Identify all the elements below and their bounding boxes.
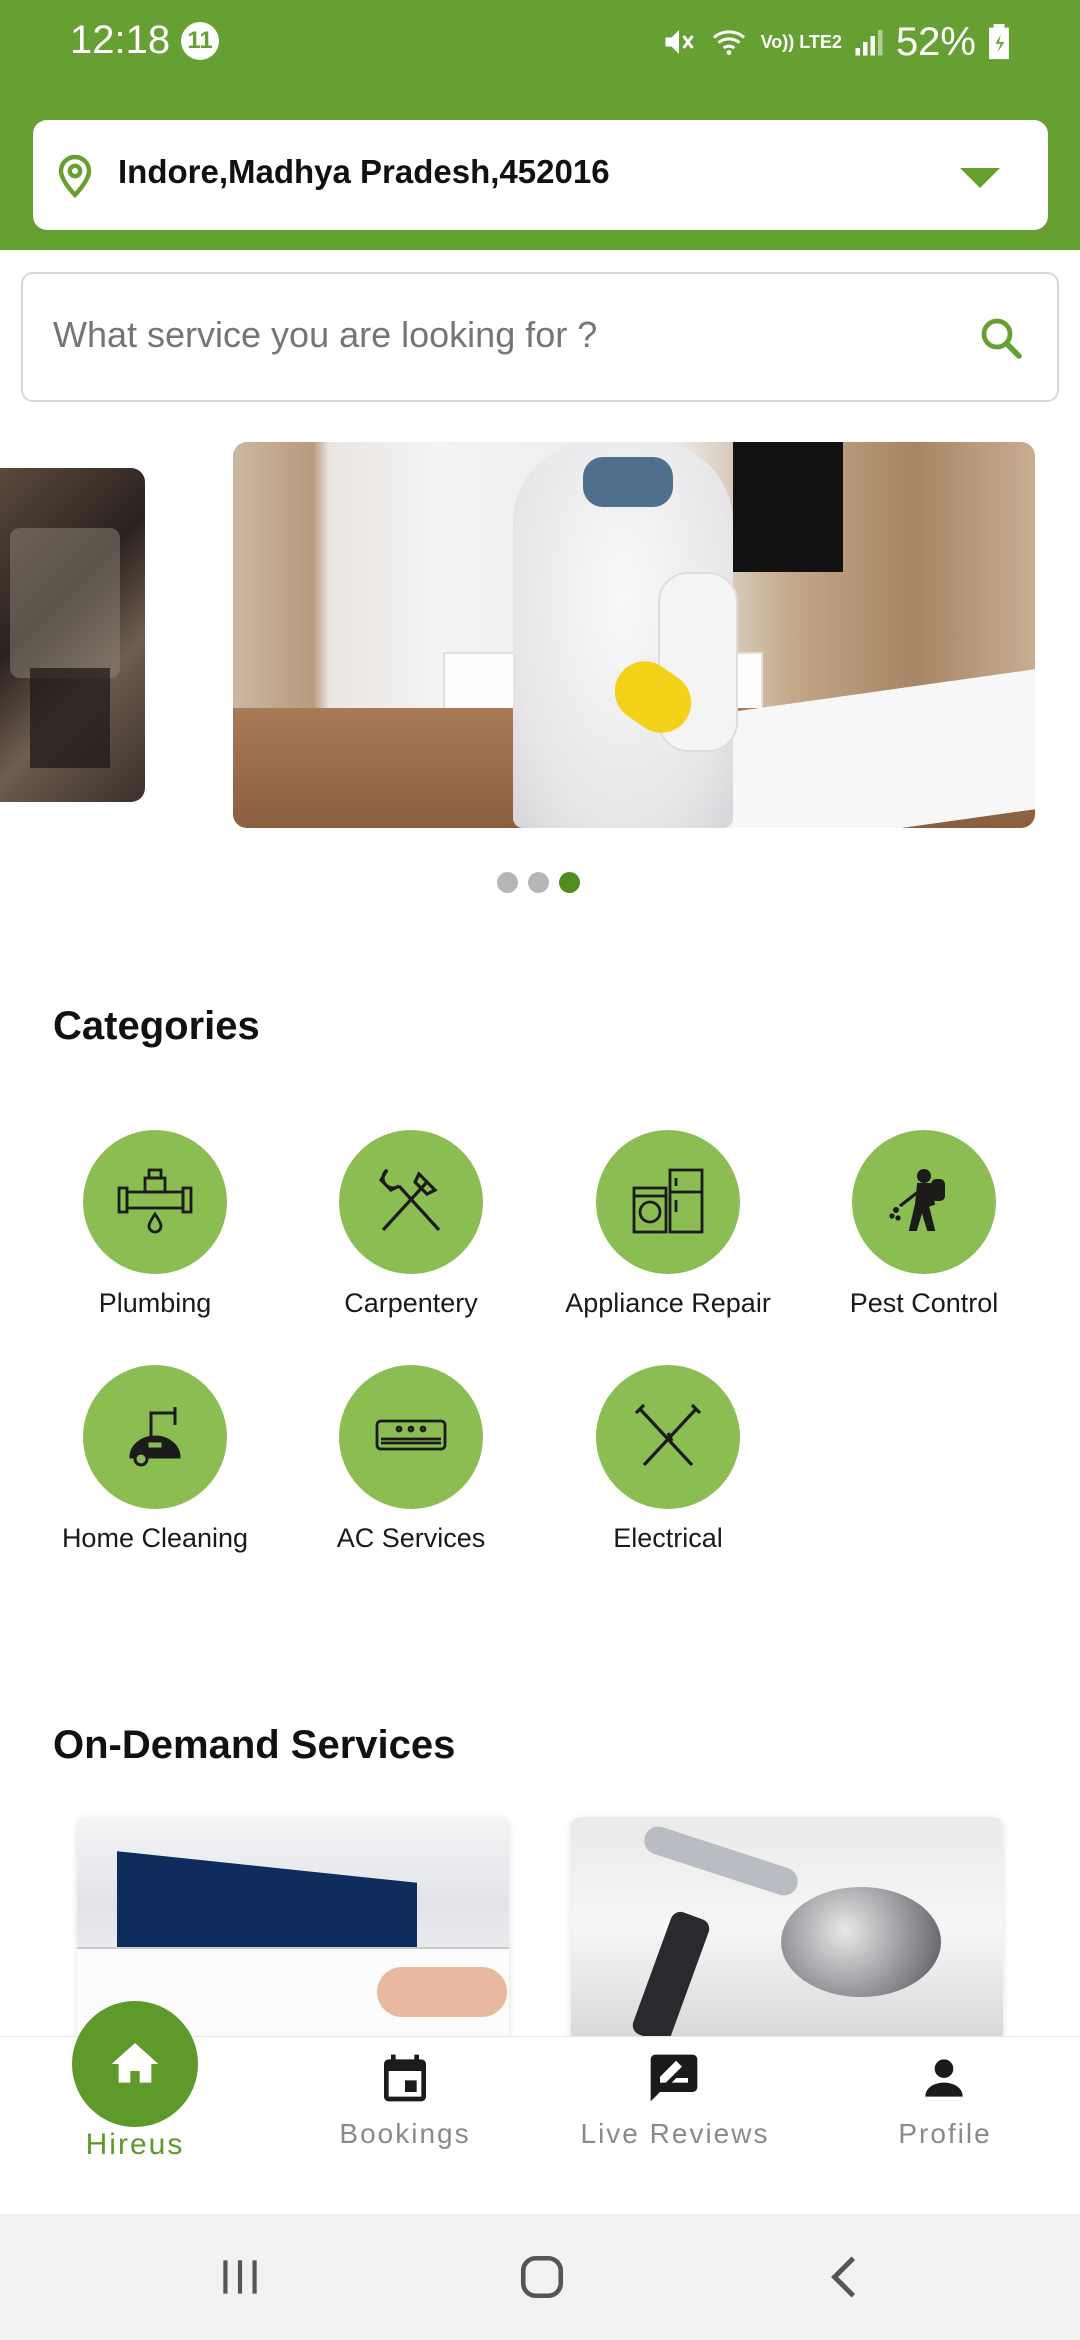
category-label: Pest Control [849,1288,999,1318]
status-bar: 12:18 11 Vo)) LTE2 52% [0,0,1080,90]
location-selector[interactable]: Indore,Madhya Pradesh,452016 [33,120,1048,230]
status-time: 12:18 [70,18,171,62]
battery-percentage: 52% [895,19,976,64]
search-icon[interactable] [977,314,1025,362]
pest-control-icon [889,1169,945,1231]
carousel-dot[interactable] [528,872,549,893]
calendar-icon[interactable] [377,2050,433,2106]
machinery-image-part [10,528,120,678]
category-circle [83,1365,227,1509]
category-plumbing[interactable]: Plumbing [45,1130,265,1319]
category-label: Electrical [613,1523,723,1553]
nav-label-bookings[interactable]: Bookings [295,2118,515,2150]
category-label: Appliance Repair [565,1288,771,1318]
category-circle [852,1130,996,1274]
plumbing-icon [117,1168,193,1234]
signal-icon [855,30,883,56]
categories-title: Categories [53,1004,260,1048]
pliers-icon [634,1403,702,1467]
carousel-indicator [497,872,580,893]
appliance-icon [632,1168,704,1234]
air-conditioner-icon [375,1419,447,1451]
home-icon [111,2043,159,2083]
category-appliance-repair[interactable]: Appliance Repair [558,1130,778,1319]
location-pin-icon [58,154,92,199]
nav-home-button[interactable] [72,2001,198,2127]
category-label: AC Services [336,1523,486,1553]
carousel-dot-active[interactable] [559,872,580,893]
category-electrical[interactable]: Electrical [558,1365,778,1554]
category-carpentery[interactable]: Carpentery [301,1130,521,1319]
shower-pipe-image [640,1822,802,1900]
category-label: Carpentery [344,1288,478,1318]
on-demand-title: On-Demand Services [53,1723,456,1767]
nav-label-profile[interactable]: Profile [835,2118,1055,2150]
location-value: Indore,Madhya Pradesh,452016 [118,153,610,190]
machinery-image-part [30,668,110,768]
network-type-label: Vo)) LTE2 [760,32,842,52]
vacuum-icon [129,1407,181,1467]
notification-count-badge: 11 [181,22,219,60]
nav-label-hireus[interactable]: Hireus [25,2128,245,2162]
banner-tv [733,442,843,572]
battery-charging-icon [989,24,1009,60]
banner-respirator [583,457,673,507]
category-circle [339,1130,483,1274]
dropdown-caret-icon[interactable] [960,168,1000,188]
nav-label-live-reviews[interactable]: Live Reviews [565,2118,785,2150]
status-icons: Vo)) LTE2 52% [661,18,1010,66]
technician-hand-image [377,1967,507,2017]
shower-head-image [781,1887,941,1997]
service-card-plumbing[interactable] [571,1817,1003,2037]
search-bar[interactable] [21,272,1059,402]
category-pest-control[interactable]: Pest Control [814,1130,1034,1319]
wifi-icon [712,30,745,55]
person-icon[interactable] [916,2050,972,2106]
mute-icon [665,30,694,54]
category-circle [596,1365,740,1509]
system-navigation-bar [0,2214,1080,2340]
category-circle [339,1365,483,1509]
category-label: Home Cleaning [61,1523,249,1553]
category-circle [596,1130,740,1274]
carousel-slide-previous[interactable] [0,468,145,802]
review-icon[interactable] [646,2050,702,2106]
tools-icon [378,1168,441,1232]
category-circle [83,1130,227,1274]
wrench-image [629,1909,713,2037]
recent-apps-icon[interactable] [215,2252,265,2302]
back-icon[interactable] [820,2252,870,2302]
carousel-dot[interactable] [497,872,518,893]
home-button-icon[interactable] [517,2252,567,2302]
carousel-slide-pest-control[interactable] [233,442,1035,828]
category-label: Plumbing [98,1288,212,1318]
search-input[interactable] [53,314,953,356]
category-ac-services[interactable]: AC Services [301,1365,521,1554]
category-home-cleaning[interactable]: Home Cleaning [45,1365,265,1554]
